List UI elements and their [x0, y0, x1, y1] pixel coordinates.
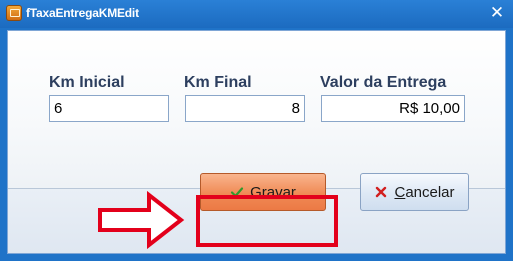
gravar-button-label: Gravar [250, 183, 296, 201]
window-title: fTaxaEntregaKMEdit [26, 6, 139, 20]
km-inicial-input[interactable] [49, 95, 169, 122]
close-button[interactable]: ✕ [489, 3, 505, 22]
x-icon [376, 186, 387, 198]
km-final-input[interactable] [185, 95, 305, 122]
dialog-window: fTaxaEntregaKMEdit ✕ Km Inicial Km Final… [0, 0, 513, 261]
cancelar-button[interactable]: Cancelar [360, 173, 469, 211]
valor-entrega-input[interactable] [321, 95, 465, 122]
km-inicial-label: Km Inicial [49, 74, 125, 91]
dialog-body: Km Inicial Km Final Valor da Entrega [7, 30, 506, 254]
km-final-label: Km Final [184, 74, 252, 91]
cancelar-button-label: Cancelar [394, 183, 455, 201]
gravar-button[interactable]: Gravar [200, 173, 326, 211]
app-icon [6, 5, 22, 21]
close-icon: ✕ [489, 3, 505, 22]
fields-panel: Km Inicial Km Final Valor da Entrega [8, 31, 505, 188]
check-icon [230, 187, 244, 198]
title-bar[interactable]: fTaxaEntregaKMEdit ✕ [0, 0, 513, 28]
valor-entrega-label: Valor da Entrega [320, 74, 447, 91]
